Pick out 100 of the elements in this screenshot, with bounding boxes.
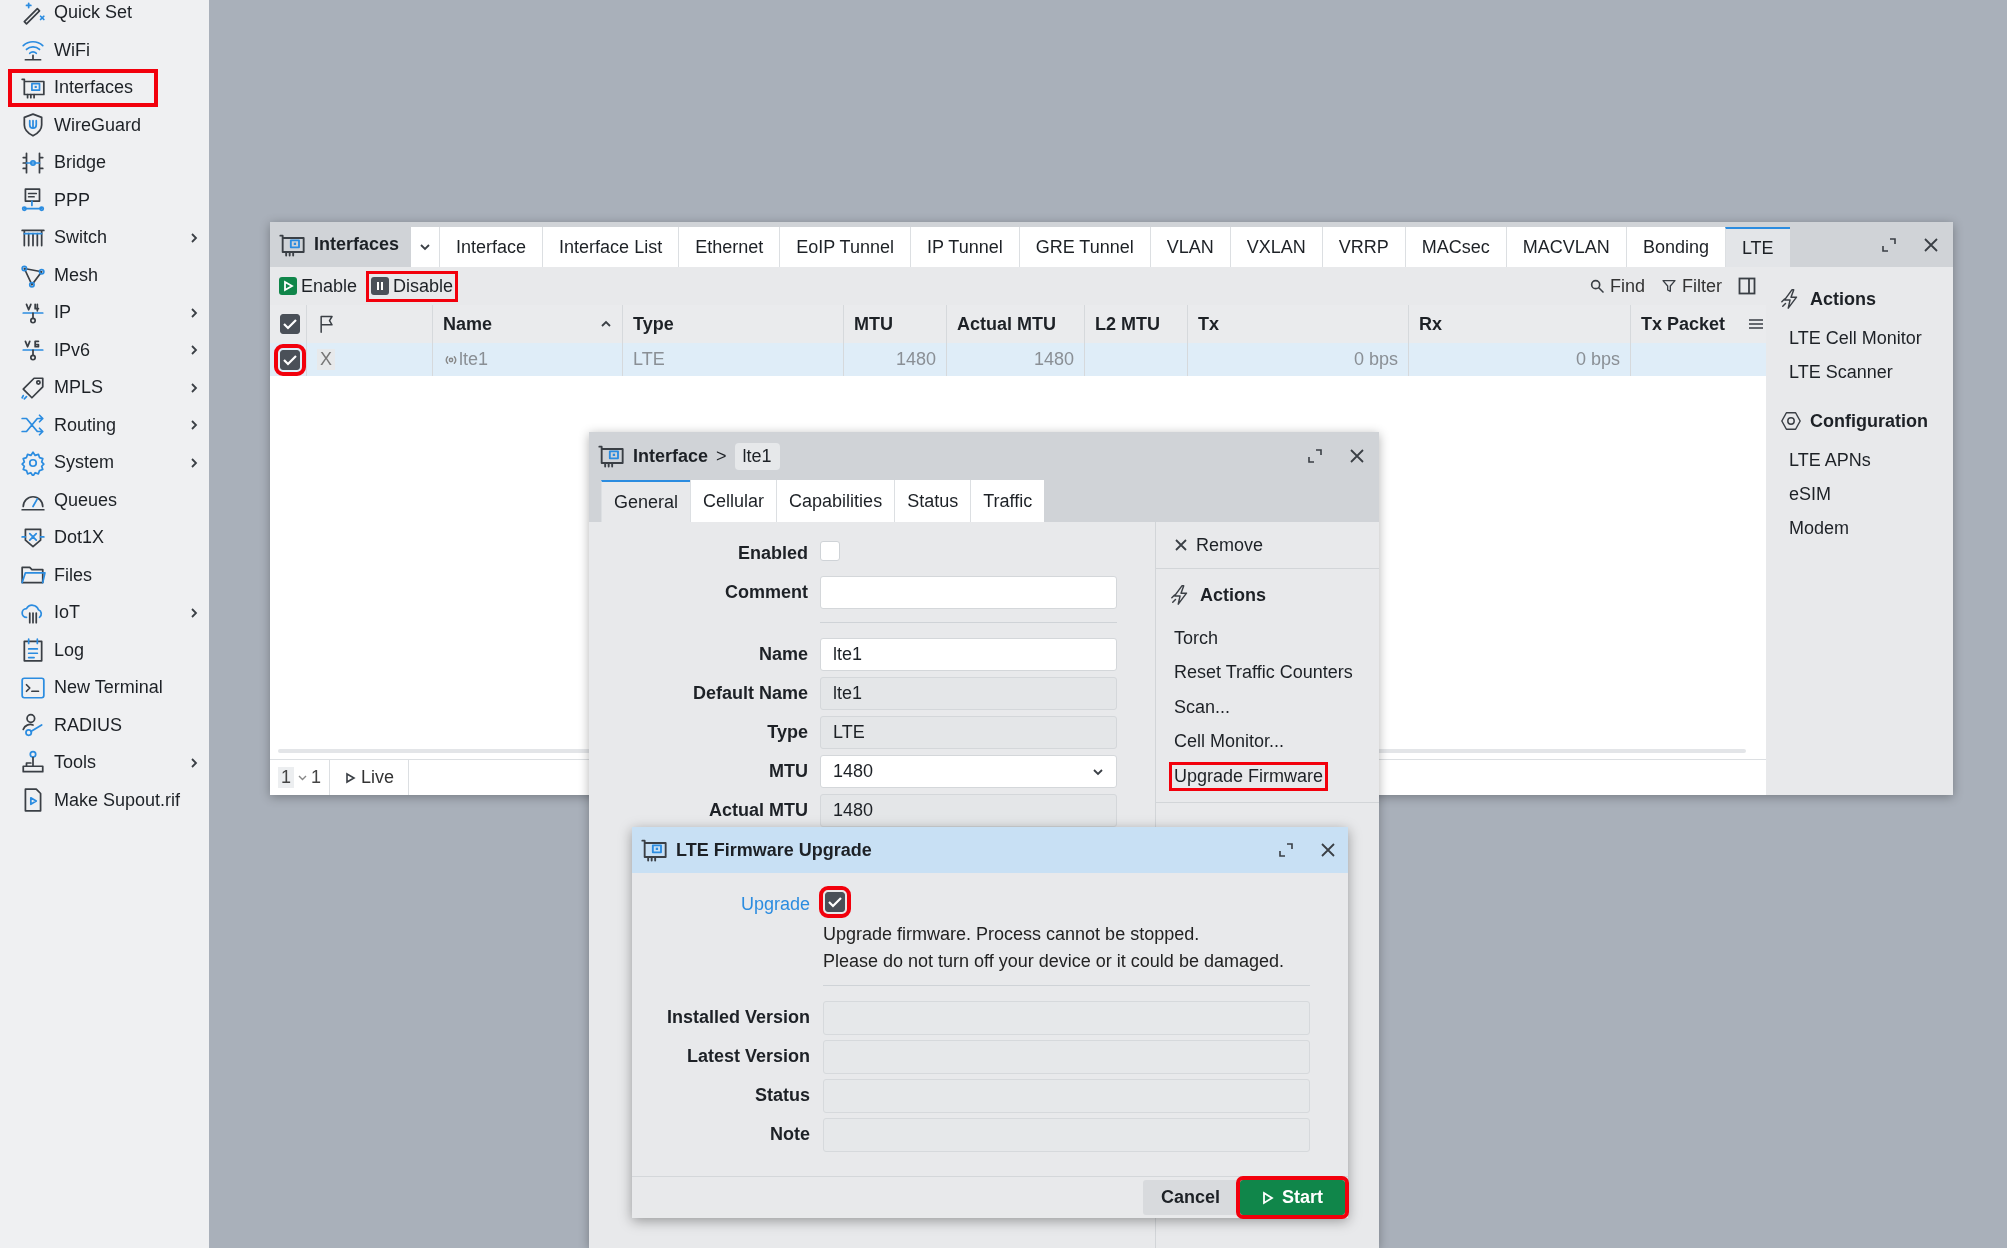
close-icon[interactable] bbox=[1349, 448, 1365, 464]
cancel-button[interactable]: Cancel bbox=[1142, 1180, 1238, 1215]
toolbar-button[interactable]: Disable bbox=[366, 270, 459, 302]
action-link[interactable]: Upgrade Firmware bbox=[1169, 761, 1329, 791]
tab[interactable]: VXLAN bbox=[1229, 227, 1322, 267]
tab[interactable]: IP Tunnel bbox=[909, 227, 1019, 267]
text-field[interactable]: lte1 bbox=[820, 638, 1117, 671]
tab[interactable]: Cellular bbox=[690, 480, 777, 522]
select-field[interactable]: 1480 bbox=[820, 755, 1117, 788]
toolbar-button[interactable]: Find bbox=[1583, 275, 1651, 297]
sidebar-item[interactable]: IoT bbox=[0, 594, 209, 632]
wand-icon bbox=[20, 0, 46, 26]
text-field[interactable] bbox=[820, 576, 1117, 609]
sidebar-item[interactable]: System bbox=[0, 444, 209, 482]
maximize-icon[interactable] bbox=[1881, 236, 1897, 253]
tab[interactable]: Status bbox=[894, 480, 971, 522]
field-label: Type bbox=[766, 722, 808, 743]
table-cell: LTE bbox=[633, 349, 665, 370]
maximize-icon[interactable] bbox=[1307, 448, 1323, 464]
tab[interactable]: GRE Tunnel bbox=[1018, 227, 1150, 267]
tab[interactable]: Interface bbox=[439, 227, 543, 267]
sidebar-item[interactable]: WireGuard bbox=[0, 106, 209, 144]
tab[interactable]: Ethernet bbox=[678, 227, 780, 267]
sidebar-item[interactable]: MPLS bbox=[0, 369, 209, 407]
action-link[interactable]: Scan... bbox=[1174, 696, 1231, 718]
tab[interactable]: LTE bbox=[1724, 227, 1790, 267]
table-cell: 0 bps bbox=[1575, 349, 1620, 370]
action-link[interactable]: Torch bbox=[1174, 627, 1218, 649]
column-header[interactable]: Tx bbox=[1198, 313, 1398, 335]
column-header[interactable]: Name bbox=[443, 313, 612, 335]
sidebar-item[interactable]: Interfaces bbox=[8, 69, 158, 107]
tab[interactable]: Interface List bbox=[542, 227, 679, 267]
sidebar-item[interactable]: Dot1X bbox=[0, 519, 209, 557]
tab[interactable]: MACVLAN bbox=[1505, 227, 1626, 267]
sidebar-item[interactable]: Files bbox=[0, 556, 209, 594]
sidebar-item[interactable]: New Terminal bbox=[0, 669, 209, 707]
panel-link[interactable]: LTE Cell Monitor bbox=[1786, 321, 1953, 355]
column-header[interactable]: Tx Packet bbox=[1641, 313, 1736, 335]
sidebar-item[interactable]: Make Supout.rif bbox=[0, 781, 209, 819]
tab[interactable]: EoIP Tunnel bbox=[779, 227, 910, 267]
sidebar-item[interactable]: IP bbox=[0, 294, 209, 332]
sidebar-item[interactable]: PPP bbox=[0, 181, 209, 219]
menu-icon[interactable] bbox=[1749, 318, 1763, 330]
sidebar-item[interactable]: Queues bbox=[0, 481, 209, 519]
tab[interactable]: General bbox=[601, 480, 691, 522]
live-button[interactable]: Live bbox=[344, 767, 395, 788]
sidebar-item[interactable]: Switch bbox=[0, 219, 209, 257]
chevron-icon bbox=[189, 381, 199, 394]
status-flag: X bbox=[317, 349, 335, 370]
action-link[interactable]: Cell Monitor... bbox=[1174, 731, 1285, 753]
panel-link[interactable]: LTE Scanner bbox=[1786, 355, 1953, 389]
toolbar-button[interactable]: Filter bbox=[1655, 275, 1728, 297]
panel-toggle-icon[interactable] bbox=[1738, 277, 1756, 295]
panel-link[interactable]: LTE APNs bbox=[1786, 443, 1953, 477]
play-icon bbox=[1262, 1190, 1274, 1205]
breadcrumb-chip: lte1 bbox=[734, 442, 780, 470]
tab[interactable]: VRRP bbox=[1321, 227, 1405, 267]
column-header[interactable]: Actual MTU bbox=[957, 313, 1074, 335]
tab[interactable]: Capabilities bbox=[776, 480, 895, 522]
action-link[interactable]: Reset Traffic Counters bbox=[1174, 662, 1353, 684]
column-header[interactable]: MTU bbox=[854, 313, 936, 335]
table-row[interactable]: X lte1 LTE 1480 1480 0 bps 0 bps bbox=[270, 343, 1766, 376]
tab[interactable]: MACsec bbox=[1404, 227, 1506, 267]
sidebar-item[interactable]: Routing bbox=[0, 406, 209, 444]
terminal-icon bbox=[20, 674, 46, 701]
tab[interactable]: Traffic bbox=[970, 480, 1045, 522]
shuffle-icon bbox=[20, 412, 46, 439]
sidebar-item[interactable]: Log bbox=[0, 631, 209, 669]
sidebar-item[interactable]: Bridge bbox=[0, 144, 209, 182]
close-icon[interactable] bbox=[1320, 842, 1336, 858]
warning-text: Please do not turn off your device or it could be damaged. bbox=[823, 950, 1285, 973]
sidebar-item[interactable]: Quick Set bbox=[0, 0, 209, 32]
sidebar-item[interactable]: Mesh bbox=[0, 256, 209, 294]
sidebar-item[interactable]: Tools bbox=[0, 744, 209, 782]
breadcrumb[interactable]: Interface bbox=[633, 445, 709, 467]
table-cell: 0 bps bbox=[1353, 349, 1398, 370]
field-label: Status bbox=[754, 1085, 810, 1106]
caret-icon[interactable] bbox=[419, 243, 432, 251]
sidebar-item[interactable]: RADIUS bbox=[0, 706, 209, 744]
page-number: 1 bbox=[278, 767, 294, 788]
column-header[interactable]: Type bbox=[633, 313, 833, 335]
monitor-icon bbox=[20, 187, 46, 214]
tag-icon bbox=[20, 374, 46, 401]
toolbar-button[interactable]: Enable bbox=[274, 270, 363, 302]
tab[interactable]: Bonding bbox=[1625, 227, 1725, 267]
maximize-icon[interactable] bbox=[1278, 842, 1294, 858]
notepad-icon bbox=[20, 637, 46, 664]
tab[interactable]: VLAN bbox=[1149, 227, 1230, 267]
column-header[interactable]: L2 MTU bbox=[1095, 313, 1177, 335]
column-header[interactable]: Rx bbox=[1419, 313, 1620, 335]
checkbox[interactable] bbox=[280, 314, 300, 334]
panel-link[interactable]: Modem bbox=[1786, 511, 1953, 545]
remove-button[interactable]: Remove bbox=[1156, 522, 1379, 569]
chevron-icon bbox=[189, 419, 199, 432]
sidebar-item[interactable]: IPv6 bbox=[0, 331, 209, 369]
sidebar-item[interactable]: WiFi bbox=[0, 31, 209, 69]
close-icon[interactable] bbox=[1923, 236, 1939, 253]
section-title: Actions bbox=[1200, 584, 1266, 606]
chevron-icon bbox=[189, 306, 199, 319]
panel-link[interactable]: eSIM bbox=[1786, 477, 1953, 511]
